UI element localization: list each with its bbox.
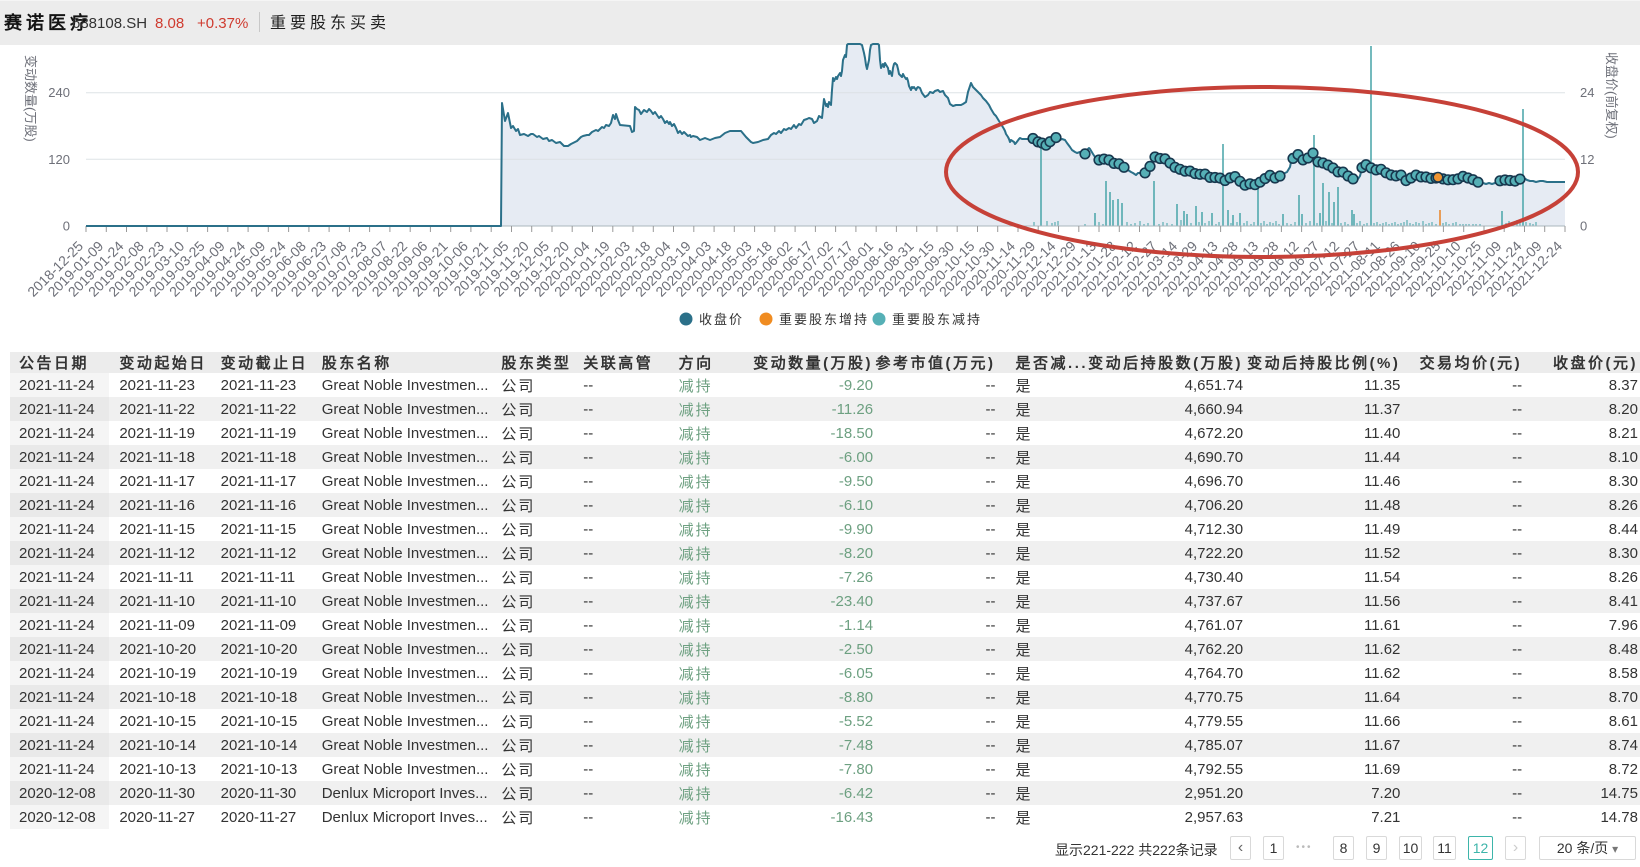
svg-text:0: 0 [1580, 219, 1587, 234]
svg-text:收盘价(前复权): 收盘价(前复权) [1604, 52, 1619, 139]
svg-text:重要股东减持: 重要股东减持 [892, 312, 982, 327]
svg-text:变动数量(万股): 变动数量(万股) [23, 55, 38, 142]
svg-text:240: 240 [48, 85, 70, 100]
svg-text:12: 12 [1580, 152, 1594, 167]
svg-text:0: 0 [63, 219, 70, 234]
svg-text:24: 24 [1580, 85, 1594, 100]
svg-text:120: 120 [48, 152, 70, 167]
svg-text:收盘价: 收盘价 [699, 312, 744, 327]
svg-text:重要股东增持: 重要股东增持 [779, 312, 869, 327]
